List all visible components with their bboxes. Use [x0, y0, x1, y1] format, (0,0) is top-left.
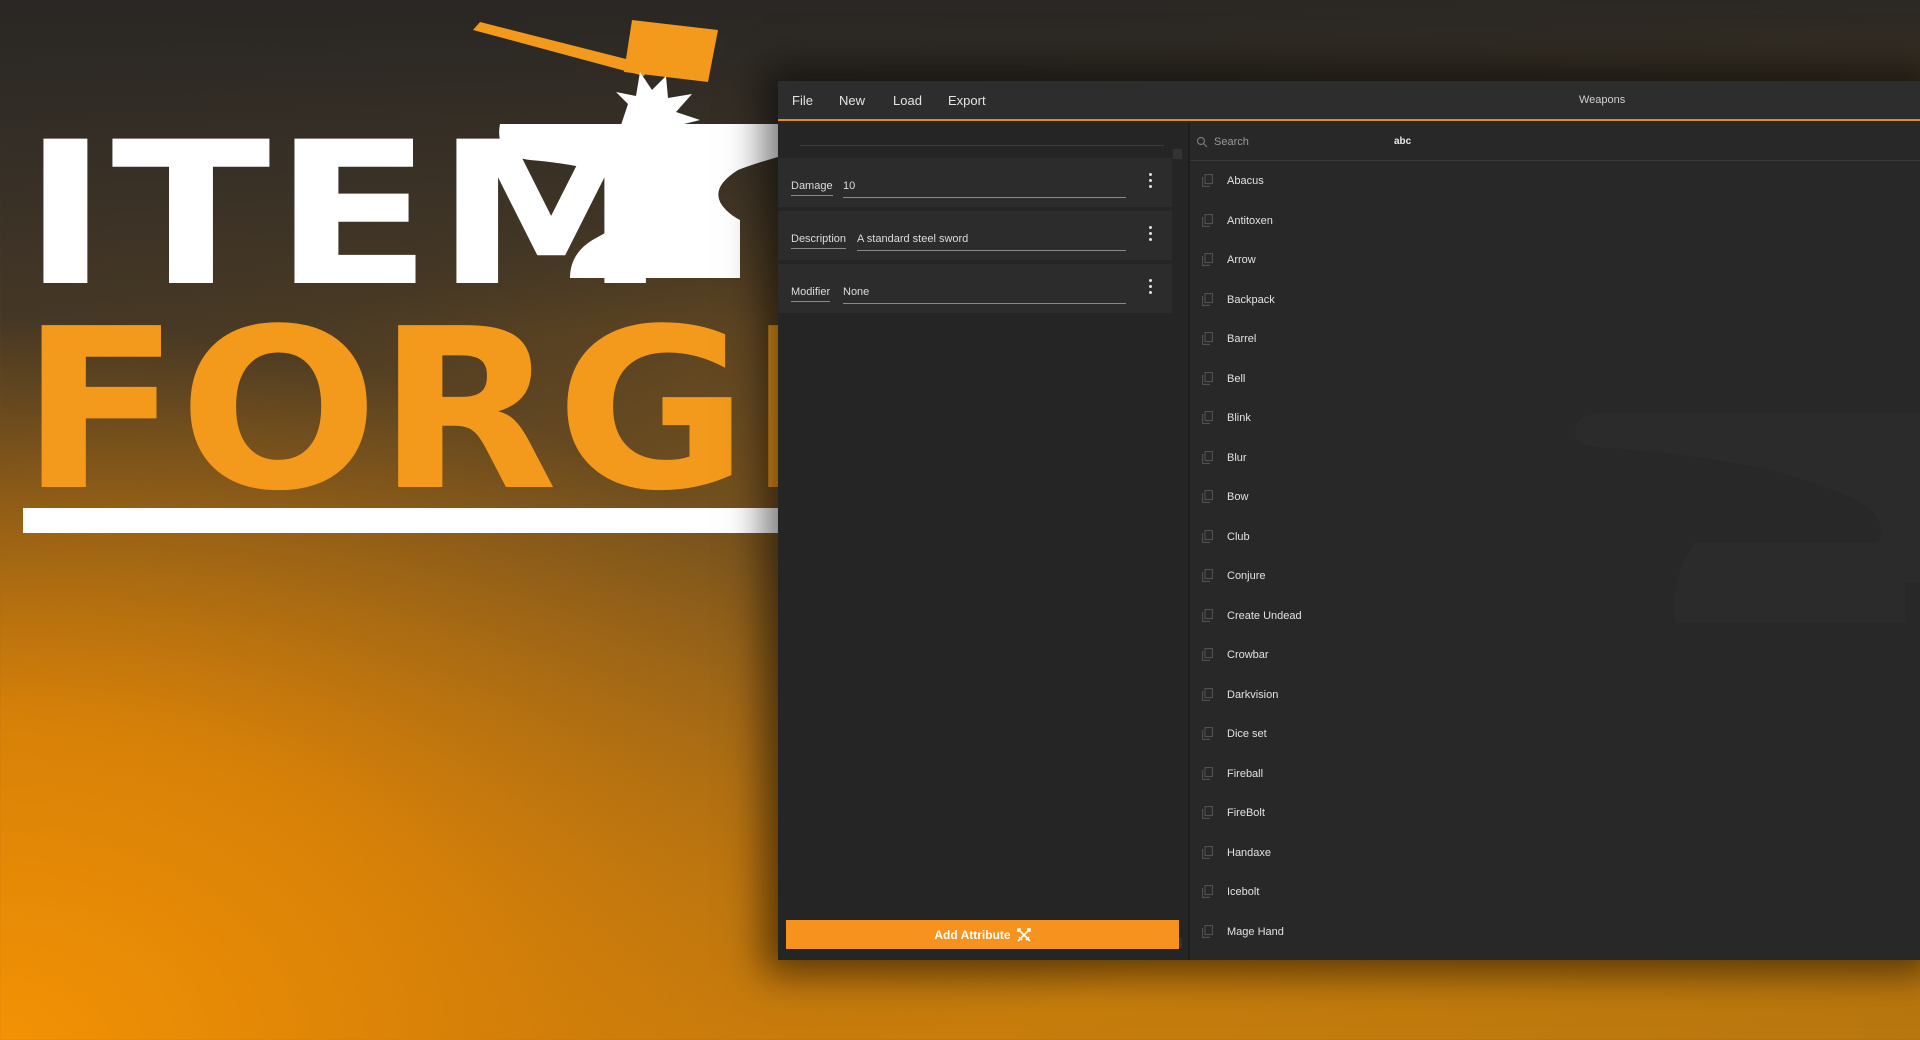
scrollbar-up-arrow[interactable] — [1173, 149, 1182, 159]
attribute-value-underline — [843, 303, 1126, 304]
list-item-label: Handaxe — [1227, 846, 1272, 859]
list-item-label: Blur — [1227, 451, 1247, 464]
list-item[interactable]: FireBolt — [1190, 794, 1920, 834]
list-item[interactable]: Club — [1190, 518, 1920, 558]
menu-bar: File New Load Export Weapons — [778, 81, 1920, 121]
copy-icon[interactable] — [1202, 885, 1213, 898]
list-item[interactable]: Abacus — [1190, 162, 1920, 202]
list-item-label: Dice set — [1227, 728, 1267, 740]
attribute-name[interactable]: Damage — [791, 180, 833, 196]
list-item-label: Club — [1227, 530, 1250, 543]
item-list: Abacus Antitoxen Arrow Backpack Barrel B… — [1190, 162, 1920, 952]
list-item-label: FireBolt — [1227, 807, 1265, 819]
copy-icon[interactable] — [1202, 332, 1213, 345]
copy-icon[interactable] — [1202, 529, 1213, 543]
list-item[interactable]: Blur — [1190, 439, 1920, 479]
list-item[interactable]: Crowbar — [1190, 636, 1920, 676]
copy-icon[interactable] — [1202, 213, 1213, 227]
menu-export[interactable]: Export — [948, 93, 986, 108]
list-item-label: Crowbar — [1227, 649, 1269, 661]
logo-underline-bar — [23, 508, 880, 533]
menu-new[interactable]: New — [839, 93, 865, 108]
list-item[interactable]: Bell — [1190, 360, 1920, 400]
list-item[interactable]: Create Undead — [1190, 597, 1920, 637]
item-list-pane: abc Abacus Antitoxen Arrow Backpack B — [1190, 123, 1920, 960]
copy-icon[interactable] — [1202, 608, 1213, 622]
copy-icon[interactable] — [1202, 766, 1213, 780]
attribute-value[interactable]: 10 — [843, 180, 855, 192]
list-item[interactable]: Barrel — [1190, 320, 1920, 360]
sort-alphabetical-toggle[interactable]: abc — [1394, 136, 1411, 147]
list-item-label: Barrel — [1227, 333, 1257, 345]
search-input[interactable] — [1214, 134, 1554, 150]
copy-icon[interactable] — [1202, 687, 1213, 701]
add-attribute-label: Add Attribute — [934, 927, 1011, 942]
app-window: File New Load Export Weapons Damage 10 D… — [778, 81, 1920, 960]
attribute-name[interactable]: Modifier — [791, 286, 831, 302]
attribute-row-damage: Damage 10 — [778, 158, 1172, 207]
attribute-row-modifier: Modifier None — [778, 264, 1172, 313]
add-attribute-button[interactable]: Add Attribute — [786, 920, 1179, 949]
copy-icon[interactable] — [1202, 371, 1213, 385]
list-item[interactable]: Dice set — [1190, 715, 1920, 755]
list-item[interactable]: Icebolt — [1190, 873, 1920, 913]
attribute-value[interactable]: A standard steel sword — [857, 233, 968, 245]
attribute-value-underline — [857, 250, 1126, 251]
copy-icon[interactable] — [1202, 411, 1213, 424]
crossed-swords-icon — [1016, 927, 1031, 942]
list-item-label: Icebolt — [1227, 886, 1260, 898]
attribute-editor-pane: Damage 10 Description A standard steel s… — [778, 123, 1188, 960]
copy-icon[interactable] — [1202, 174, 1213, 187]
list-item-label: Bell — [1227, 372, 1246, 385]
copy-icon[interactable] — [1202, 569, 1213, 582]
list-item[interactable]: Fireball — [1190, 755, 1920, 795]
more-options-icon[interactable] — [1145, 279, 1155, 301]
list-item[interactable]: Backpack — [1190, 281, 1920, 321]
list-item-label: Create Undead — [1227, 609, 1302, 622]
copy-icon[interactable] — [1202, 253, 1213, 266]
window-title: Weapons — [1579, 94, 1626, 106]
list-item[interactable]: Antitoxen — [1190, 202, 1920, 242]
list-item-label: Darkvision — [1227, 688, 1279, 701]
item-name-field-underline — [800, 145, 1164, 146]
list-item-label: Mage Hand — [1227, 925, 1284, 938]
attribute-value-underline — [843, 197, 1126, 198]
list-item-label: Arrow — [1227, 254, 1256, 266]
search-bar: abc — [1190, 123, 1920, 161]
copy-icon[interactable] — [1202, 845, 1213, 859]
menu-file[interactable]: File — [792, 93, 813, 108]
more-options-icon[interactable] — [1145, 226, 1155, 248]
menu-load[interactable]: Load — [893, 93, 922, 108]
list-item-label: Abacus — [1227, 175, 1264, 187]
list-item-label: Blink — [1227, 412, 1251, 424]
list-item-label: Backpack — [1227, 293, 1275, 306]
list-item-label: Bow — [1227, 491, 1249, 503]
copy-icon[interactable] — [1202, 490, 1213, 503]
search-icon — [1196, 136, 1208, 148]
item-forge-logo: ITEM FORGE — [0, 0, 907, 560]
copy-icon[interactable] — [1202, 648, 1213, 661]
list-item-label: Fireball — [1227, 767, 1264, 780]
attribute-value[interactable]: None — [843, 286, 869, 298]
copy-icon[interactable] — [1202, 727, 1213, 740]
more-options-icon[interactable] — [1145, 173, 1155, 195]
list-item[interactable]: Bow — [1190, 478, 1920, 518]
list-item-label: Conjure — [1227, 570, 1266, 582]
copy-icon[interactable] — [1202, 292, 1213, 306]
list-item[interactable]: Blink — [1190, 399, 1920, 439]
list-item[interactable]: Mage Hand — [1190, 913, 1920, 953]
list-item[interactable]: Handaxe — [1190, 834, 1920, 874]
list-item[interactable]: Arrow — [1190, 241, 1920, 281]
list-item-label: Antitoxen — [1227, 214, 1273, 227]
attribute-name[interactable]: Description — [791, 233, 847, 249]
copy-icon[interactable] — [1202, 450, 1213, 464]
copy-icon[interactable] — [1202, 806, 1213, 819]
logo-word-forge: FORGE — [20, 282, 907, 540]
list-item[interactable]: Darkvision — [1190, 676, 1920, 716]
copy-icon[interactable] — [1202, 924, 1213, 938]
list-item[interactable]: Conjure — [1190, 557, 1920, 597]
attribute-row-description: Description A standard steel sword — [778, 211, 1172, 260]
